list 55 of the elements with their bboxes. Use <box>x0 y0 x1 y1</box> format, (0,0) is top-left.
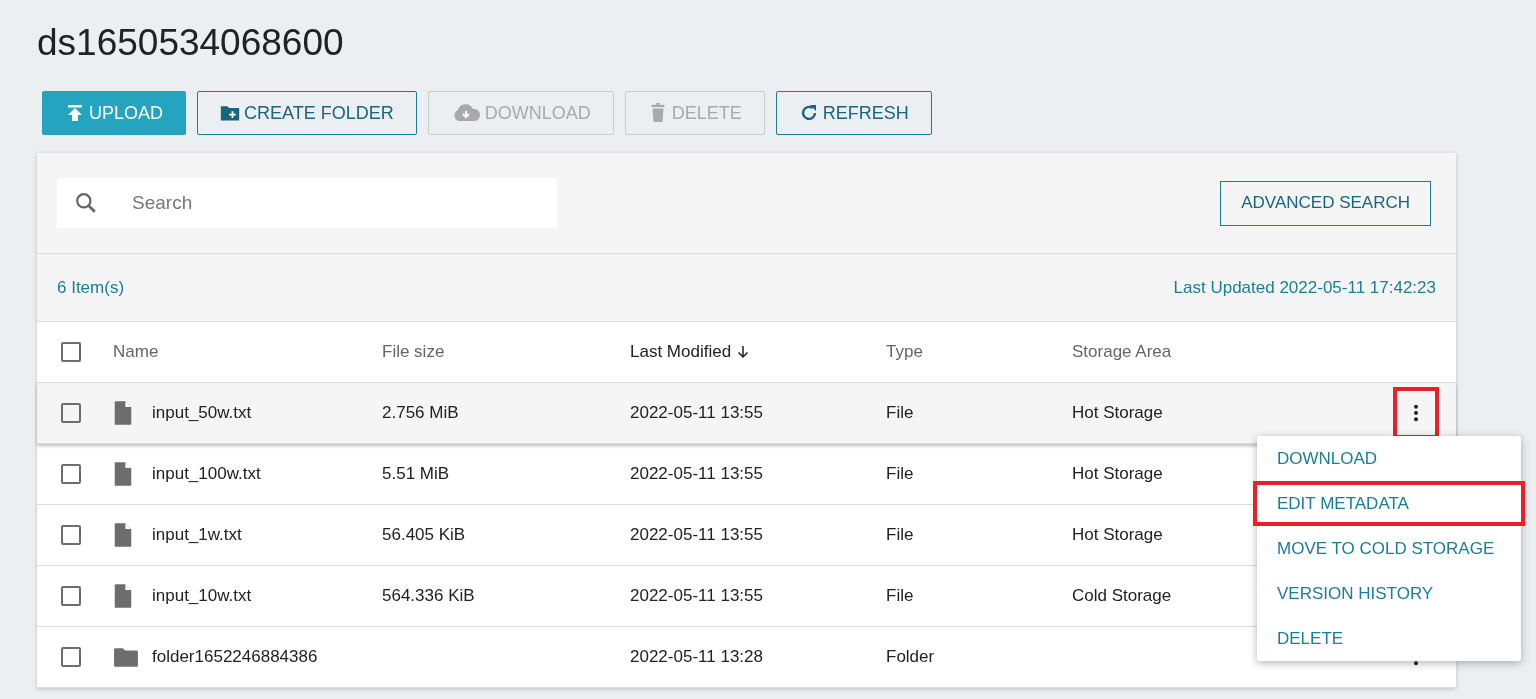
modified-date: 2022-05-11 13:55 <box>630 403 763 423</box>
file-icon <box>113 522 133 548</box>
column-header[interactable]: Name <box>113 342 382 362</box>
menu-item[interactable]: DOWNLOAD <box>1253 436 1525 481</box>
menu-item[interactable]: EDIT METADATA <box>1253 481 1525 526</box>
page-title: ds1650534068600 <box>37 21 345 65</box>
menu-item[interactable]: DELETE <box>1253 616 1525 661</box>
upload-icon <box>65 103 85 123</box>
sort-down-icon <box>737 345 750 359</box>
modified-date: 2022-05-11 13:55 <box>630 525 763 545</box>
row-checkbox[interactable] <box>61 525 81 545</box>
storage-area: Hot Storage <box>1072 464 1163 484</box>
file-type: File <box>886 586 914 606</box>
storage-area: Hot Storage <box>1072 403 1163 423</box>
more-icon <box>1413 403 1419 423</box>
column-header[interactable]: Last Modified <box>630 342 886 362</box>
file-icon <box>113 461 133 487</box>
modified-date: 2022-05-11 13:55 <box>630 586 763 606</box>
row-checkbox[interactable] <box>61 647 81 667</box>
refresh-button[interactable]: REFRESH <box>775 91 932 135</box>
storage-area: Cold Storage <box>1072 586 1172 606</box>
file-size: 2.756 MiB <box>382 403 459 423</box>
menu-item[interactable]: VERSION HISTORY <box>1253 571 1525 616</box>
file-size: 564.336 KiB <box>382 586 475 606</box>
select-all-checkbox[interactable] <box>61 342 81 362</box>
file-name[interactable]: input_50w.txt <box>152 403 252 423</box>
menu-item[interactable]: MOVE TO COLD STORAGE <box>1253 526 1525 571</box>
file-icon <box>113 583 133 609</box>
search-field[interactable]: Search <box>57 178 557 228</box>
folder-plus-icon <box>220 103 241 123</box>
file-type: File <box>886 525 914 545</box>
file-name[interactable]: input_1w.txt <box>152 525 242 545</box>
advanced-search-button[interactable]: ADVANCED SEARCH <box>1220 180 1431 226</box>
file-name[interactable]: input_10w.txt <box>152 586 252 606</box>
file-type: Folder <box>886 647 935 667</box>
row-checkbox[interactable] <box>61 403 81 423</box>
create-folder-button[interactable]: CREATE FOLDER <box>197 91 417 135</box>
file-name[interactable]: input_100w.txt <box>152 464 261 484</box>
item-count: 6 Item(s) <box>57 277 125 298</box>
column-header[interactable]: Storage Area <box>1072 342 1376 362</box>
file-icon <box>113 400 133 426</box>
file-size: 56.405 KiB <box>382 525 466 545</box>
storage-area: Hot Storage <box>1072 525 1163 545</box>
modified-date: 2022-05-11 13:28 <box>630 647 763 667</box>
row-checkbox[interactable] <box>61 586 81 606</box>
last-updated: Last Updated 2022-05-11 17:42:23 <box>1173 277 1436 298</box>
column-header[interactable]: File size <box>382 342 630 362</box>
file-size: 5.51 MiB <box>382 464 450 484</box>
upload-button[interactable]: UPLOAD <box>42 91 187 135</box>
modified-date: 2022-05-11 13:55 <box>630 464 763 484</box>
row-checkbox[interactable] <box>61 464 81 484</box>
file-type: File <box>886 464 914 484</box>
file-type: File <box>886 403 914 423</box>
file-name[interactable]: folder1652246884386 <box>152 647 318 667</box>
column-header[interactable]: Type <box>886 342 1072 362</box>
